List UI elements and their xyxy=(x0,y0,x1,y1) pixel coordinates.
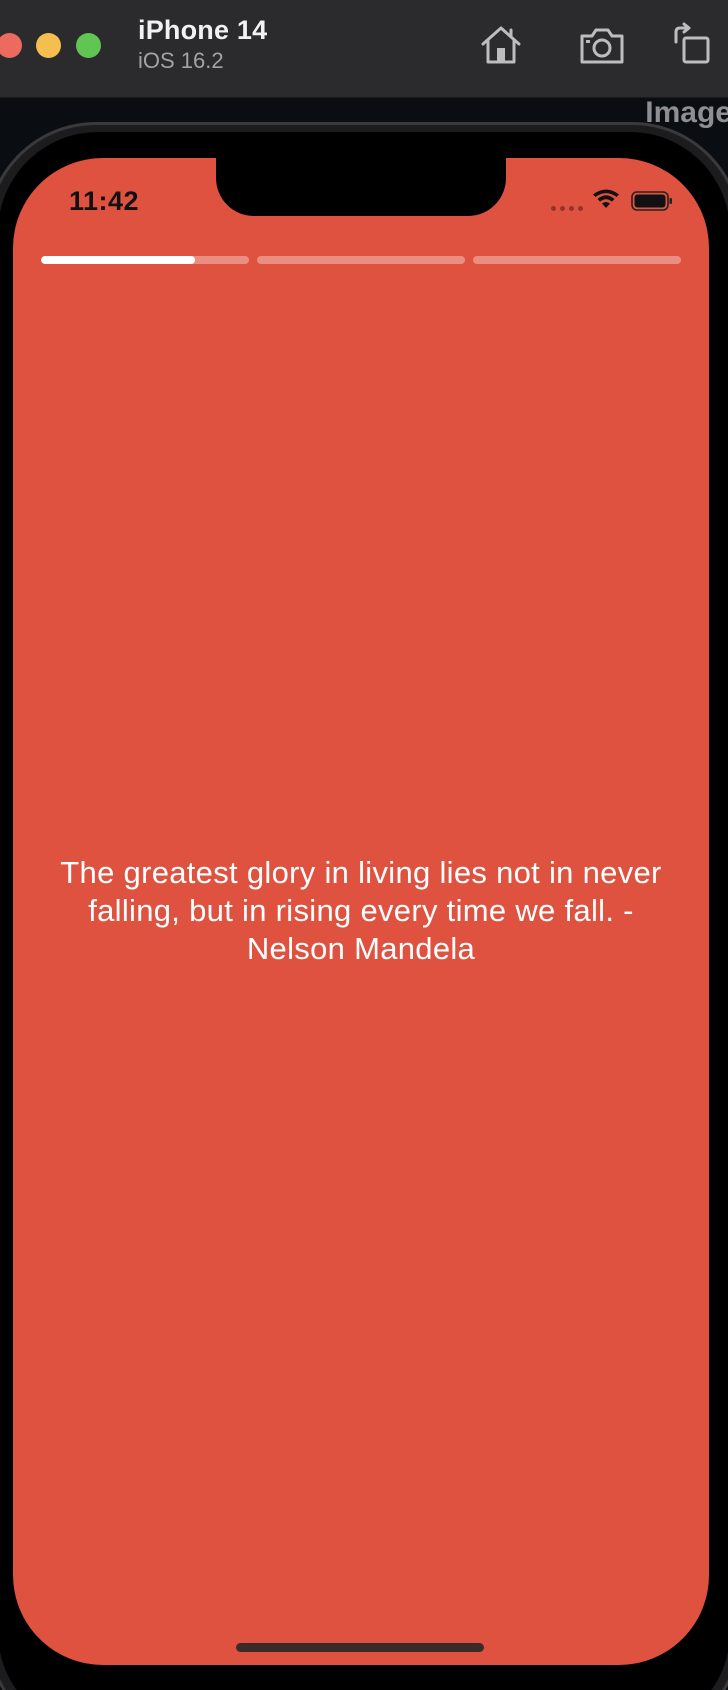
quote-text: The greatest glory in living lies not in… xyxy=(60,855,662,966)
home-icon[interactable] xyxy=(478,22,524,68)
home-indicator[interactable] xyxy=(236,1643,484,1652)
screenshot-icon[interactable] xyxy=(578,22,626,68)
battery-icon xyxy=(631,191,673,211)
cellular-signal-icon xyxy=(551,206,583,211)
story-progress-bar xyxy=(41,256,681,264)
device-name: iPhone 14 xyxy=(138,15,268,45)
close-window-button[interactable] xyxy=(0,33,22,58)
wifi-icon xyxy=(591,188,621,210)
simulator-title-bar: iPhone 14 iOS 16.2 xyxy=(0,0,728,98)
maximize-window-button[interactable] xyxy=(76,33,101,58)
dynamic-notch xyxy=(216,158,506,216)
progress-segment xyxy=(257,256,465,264)
minimize-window-button[interactable] xyxy=(36,33,61,58)
story-screen[interactable]: 11:42 The greatest glory in living lies … xyxy=(13,158,709,1665)
simulator-window: iPhone 14 iOS 16.2 Image 11:42 The great… xyxy=(0,0,728,1690)
rotate-icon[interactable] xyxy=(670,22,716,68)
device-os-version: iOS 16.2 xyxy=(138,48,224,73)
status-time: 11:42 xyxy=(69,186,140,216)
progress-segment xyxy=(41,256,249,264)
progress-segment xyxy=(473,256,681,264)
progress-fill xyxy=(41,256,195,264)
